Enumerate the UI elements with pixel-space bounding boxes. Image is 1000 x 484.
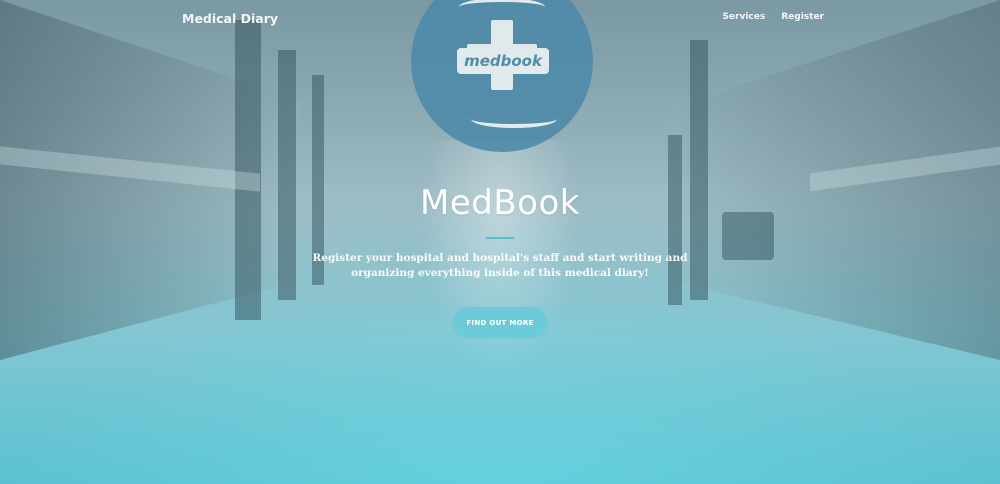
hero-subtitle: Register your hospital and hospital's st… [312, 252, 688, 279]
nav-link-register[interactable]: Register [781, 12, 824, 22]
wall-rail-right [810, 146, 1000, 192]
wall-rail-left [0, 146, 260, 192]
title-divider [486, 237, 514, 239]
nav-link-services[interactable]: Services [722, 12, 765, 22]
hero-section: medbook Medical Diary Services Register … [0, 0, 1000, 484]
nav-links: Services Register [722, 12, 824, 22]
navbar: Medical Diary Services Register [0, 0, 1000, 36]
page-title: MedBook [420, 183, 580, 223]
logo-wordmark: medbook [457, 48, 549, 74]
find-out-more-button[interactable]: FIND OUT MORE [453, 307, 547, 337]
hand-bottom-icon [471, 110, 557, 128]
hero-content: MedBook Register your hospital and hospi… [250, 183, 750, 337]
brand-link[interactable]: Medical Diary [182, 11, 278, 26]
